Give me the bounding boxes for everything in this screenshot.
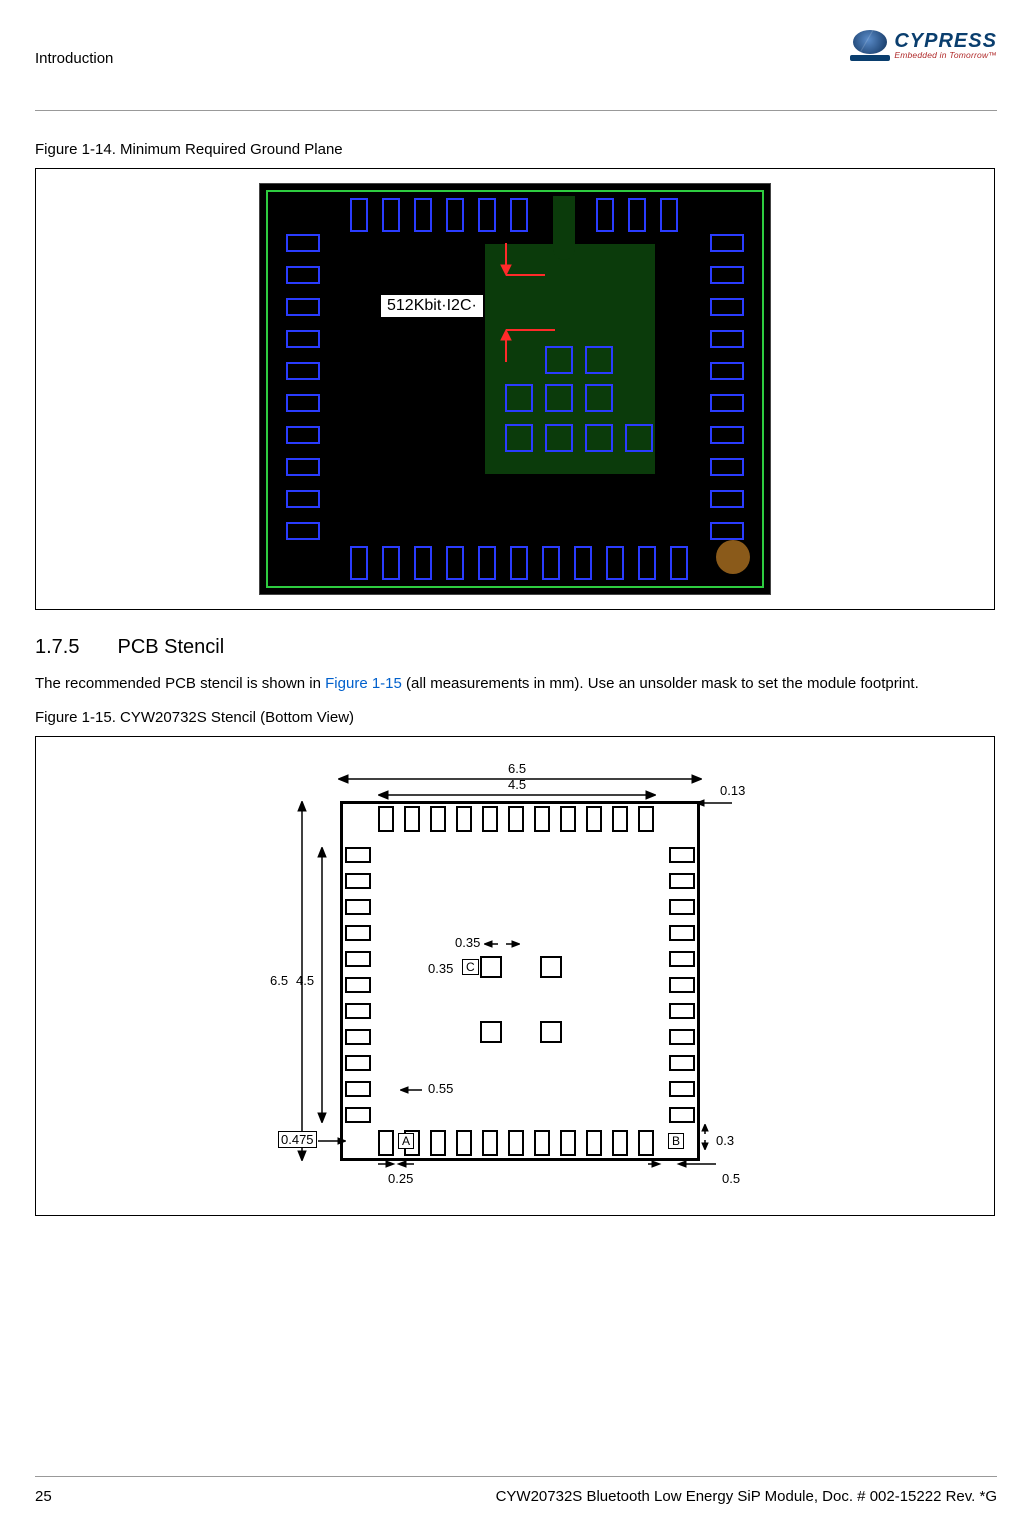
header-rule	[35, 110, 997, 111]
dimension-arrow-icon	[696, 797, 736, 809]
dimension-arrow-down-icon	[490, 241, 550, 281]
dimension-arrow-up-icon	[490, 326, 560, 366]
dimension-label: 6.5	[270, 973, 288, 988]
stencil-diagram: 6.5 4.5 0.13 6.5 4.5 0.35 0.35	[230, 751, 800, 1201]
reference-c: C	[462, 959, 479, 975]
dimension-label: 0.13	[720, 783, 745, 798]
section-title: PCB Stencil	[117, 636, 224, 659]
figure-1-15: 6.5 4.5 0.13 6.5 4.5 0.35 0.35	[35, 736, 995, 1216]
logo-globe-icon	[850, 30, 890, 61]
dimension-label: 4.5	[296, 973, 314, 988]
dimension-arrow-icon	[312, 847, 332, 1123]
dimension-arrow-icon	[484, 937, 520, 951]
figure-reference-link[interactable]: Figure 1-15	[325, 675, 402, 692]
dimension-arrow-icon	[696, 1124, 714, 1150]
dimension-label: 0.5	[722, 1171, 740, 1186]
dimension-arrow-icon	[374, 1157, 422, 1171]
memory-label: 512Kbit·I2C·	[380, 294, 484, 318]
dimension-label: 0.25	[388, 1171, 413, 1186]
logo-text: CYPRESS	[894, 31, 997, 51]
orientation-dot-icon	[716, 540, 750, 574]
figure-1-15-caption: Figure 1-15. CYW20732S Stencil (Bottom V…	[35, 709, 997, 726]
section-heading: 1.7.5 PCB Stencil	[35, 636, 997, 659]
doc-id: CYW20732S Bluetooth Low Energy SiP Modul…	[496, 1488, 997, 1505]
dimension-label: 6.5	[508, 761, 526, 776]
section-number: 1.7.5	[35, 636, 79, 659]
reference-a: A	[398, 1133, 414, 1149]
dimension-label: 0.35	[455, 935, 480, 950]
dimension-label: 0.55	[428, 1081, 453, 1096]
dimension-arrow-icon	[318, 1135, 346, 1147]
pcb-ground-plane-diagram: 512Kbit·I2C·	[259, 183, 771, 595]
figure-1-14: 512Kbit·I2C·	[35, 168, 995, 610]
dimension-label: 0.3	[716, 1133, 734, 1148]
cypress-logo: CYPRESS Embedded in Tomorrow™	[850, 30, 997, 61]
page-footer: 25 CYW20732S Bluetooth Low Energy SiP Mo…	[35, 1488, 997, 1505]
dimension-arrow-icon	[400, 1083, 426, 1097]
reference-b: B	[668, 1133, 684, 1149]
logo-tagline: Embedded in Tomorrow™	[894, 51, 997, 60]
chapter-title: Introduction	[35, 50, 113, 67]
page-number: 25	[35, 1488, 52, 1505]
body-paragraph: The recommended PCB stencil is shown in …	[35, 674, 995, 694]
figure-1-14-caption: Figure 1-14. Minimum Required Ground Pla…	[35, 141, 997, 158]
dimension-label: 4.5	[508, 777, 526, 792]
dimension-label: 0.35	[428, 961, 453, 976]
dimension-label: 0.475	[278, 1131, 317, 1148]
page-header: Introduction CYPRESS Embedded in Tomorro…	[35, 30, 997, 100]
dimension-arrow-icon	[644, 1157, 720, 1171]
